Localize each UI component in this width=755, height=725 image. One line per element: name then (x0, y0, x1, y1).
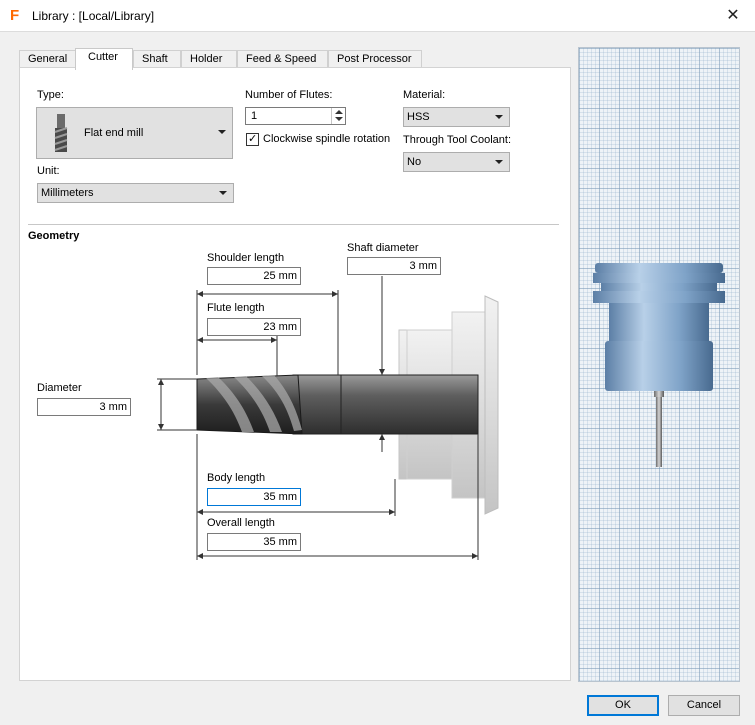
shaft-diameter-input[interactable]: 3 mm (347, 257, 441, 275)
overall-length-label: Overall length (207, 517, 275, 529)
flute-length-label: Flute length (207, 302, 265, 314)
overall-length-input[interactable]: 35 mm (207, 533, 301, 551)
shoulder-length-label: Shoulder length (207, 252, 285, 264)
diameter-input[interactable]: 3 mm (37, 398, 131, 416)
diameter-label: Diameter (37, 382, 82, 394)
shaft-diameter-label: Shaft diameter (347, 242, 419, 254)
close-icon[interactable]: ✕ (721, 5, 745, 27)
cutter-panel: Type: Flat end mill Unit: Millimeters Nu… (19, 67, 571, 681)
tab-cutter[interactable]: Cutter (75, 48, 133, 70)
holder-3d-preview (593, 263, 725, 467)
cancel-button[interactable]: Cancel (668, 695, 740, 716)
window-title: Library : [Local/Library] (32, 9, 155, 23)
autodesk-f-icon: F (10, 7, 20, 24)
shank-shape (338, 374, 479, 435)
tool-preview-viewport[interactable] (578, 47, 740, 682)
body-length-label: Body length (207, 472, 266, 484)
shoulder-length-input[interactable]: 25 mm (207, 267, 301, 285)
body-length-input[interactable]: 35 mm (207, 488, 301, 506)
flutes-shape (196, 374, 303, 435)
tool-diagram (157, 276, 499, 560)
flute-length-input[interactable]: 23 mm (207, 318, 301, 336)
title-bar: F Library : [Local/Library] ✕ (0, 0, 755, 32)
ok-button[interactable]: OK (587, 695, 659, 716)
